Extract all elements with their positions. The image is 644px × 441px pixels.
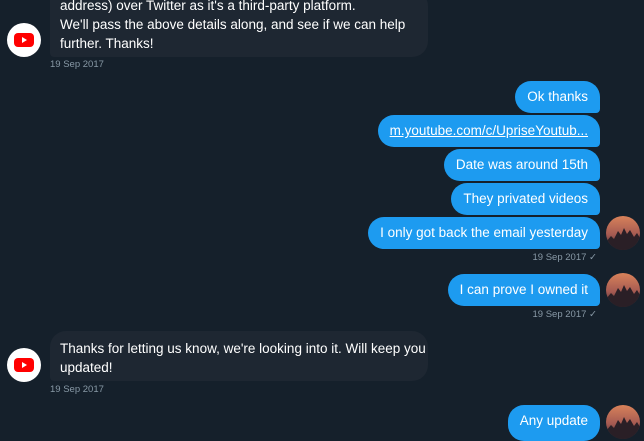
- youtube-avatar[interactable]: [7, 23, 41, 57]
- message-link[interactable]: m.youtube.com/c/UpriseYoutub...: [390, 123, 588, 138]
- youtube-avatar[interactable]: [7, 348, 41, 382]
- user-photo-avatar: [606, 405, 640, 439]
- outgoing-message-bubble: Date was around 15th: [443, 149, 600, 181]
- user-photo-avatar: [606, 273, 640, 307]
- message-text-line: We'll pass the above details along, and …: [60, 17, 406, 32]
- user-avatar[interactable]: [606, 273, 640, 307]
- youtube-logo-icon: [14, 33, 34, 47]
- message-text: I only got back the email yesterday: [380, 225, 588, 240]
- message-text-line: updated!: [60, 360, 113, 375]
- outgoing-message-bubble: Any update: [507, 405, 600, 441]
- message-timestamp: 19 Sep 2017 ✓: [532, 252, 597, 263]
- message-text: Date was around 15th: [455, 157, 588, 172]
- outgoing-message-bubble: They privated videos: [451, 183, 600, 215]
- message-text: They privated videos: [463, 191, 588, 206]
- message-text-line: address) over Twitter as it's a third-pa…: [60, 0, 356, 13]
- user-avatar[interactable]: [606, 216, 640, 250]
- outgoing-message-bubble: Ok thanks: [515, 81, 600, 113]
- message-timestamp: 19 Sep 2017: [50, 59, 104, 70]
- outgoing-message-bubble: I can prove I owned it: [447, 274, 600, 306]
- message-text-line: further. Thanks!: [60, 36, 154, 51]
- incoming-message-bubble: address) over Twitter as it's a third-pa…: [50, 0, 428, 57]
- user-avatar[interactable]: [606, 405, 640, 439]
- outgoing-message-bubble: I only got back the email yesterday: [368, 217, 600, 249]
- outgoing-link-bubble[interactable]: m.youtube.com/c/UpriseYoutub...: [377, 115, 600, 147]
- message-text: Ok thanks: [527, 89, 588, 104]
- message-timestamp: 19 Sep 2017 ✓: [532, 309, 597, 320]
- incoming-message-bubble: Thanks for letting us know, we're lookin…: [50, 331, 428, 381]
- user-photo-avatar: [606, 216, 640, 250]
- youtube-logo-icon: [14, 358, 34, 372]
- message-text: I can prove I owned it: [459, 282, 588, 297]
- message-timestamp: 19 Sep 2017: [50, 384, 104, 395]
- message-text-line: Thanks for letting us know, we're lookin…: [60, 341, 426, 356]
